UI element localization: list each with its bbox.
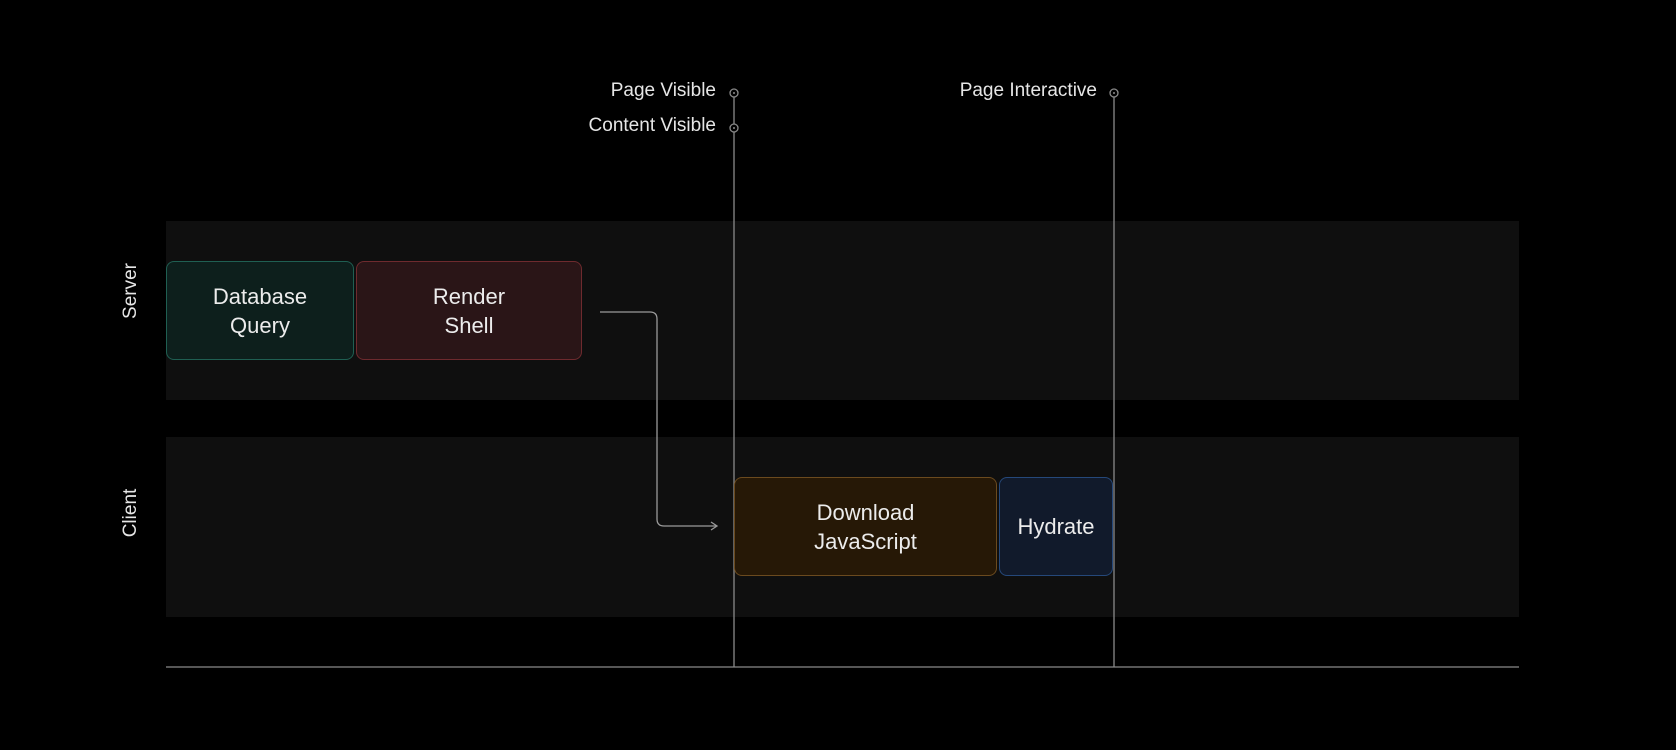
milestone-page-interactive: Page Interactive [959, 80, 1097, 101]
task-download-javascript: Download JavaScript [734, 477, 997, 576]
task-database-query: Database Query [166, 261, 354, 360]
milestone-page-visible: Page Visible [610, 80, 716, 101]
task-hydrate: Hydrate [999, 477, 1113, 576]
milestone-content-visible: Content Visible [588, 115, 716, 136]
timeline-lines [166, 88, 1519, 668]
task-render-shell: Render Shell [356, 261, 582, 360]
connector-arrow [600, 311, 716, 527]
